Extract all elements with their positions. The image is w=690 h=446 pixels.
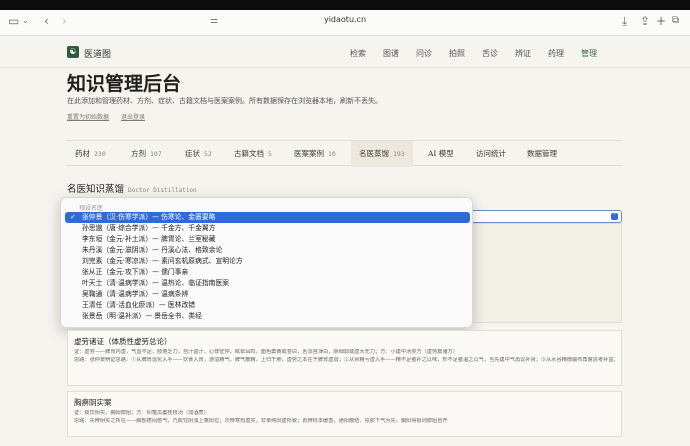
doctor-dropdown-menu: 预设名医 ✓ 张仲景（汉·伤寒学派）— 伤寒论、金匮要略 孙思邈（唐·综合学派）—… — [60, 197, 473, 328]
tab-label: 名医蒸馏 — [359, 149, 389, 158]
dropdown-option[interactable]: 朱丹溪（金元·滋阴派）— 丹溪心法、格致余论 — [65, 245, 470, 256]
checkmark-icon: ✓ — [70, 213, 76, 221]
nav-link-admin[interactable]: 管理 — [581, 48, 605, 59]
tab-label: 医案案例 — [294, 149, 324, 158]
nav-link-tongue[interactable]: 舌诊 — [482, 48, 506, 59]
brand-name[interactable]: 医道图 — [84, 47, 111, 60]
case-card[interactable]: 虚劳诸证（体质性虚劳总论） 证：虚劳——脾胃内虚，气血不足，肢倦乏力，自汗盗汗，… — [67, 330, 622, 386]
tab-classics[interactable]: 古籍文档 5 — [226, 141, 280, 167]
dropdown-group-label: 预设名医 — [79, 205, 104, 212]
section-title: 名医知识蒸馏 Doctor Distillation — [67, 181, 197, 195]
tabs-icon[interactable]: ⧉ — [672, 14, 679, 28]
nav-link-syndrome[interactable]: 辨证 — [515, 48, 539, 59]
download-icon[interactable]: ⤓ — [622, 14, 627, 28]
card-line: 思路：张仲景辨证思路：①从脾胃运化入手——饮食入胃，游溢精气，脾气散精，上归于肺… — [74, 356, 615, 363]
tab-herbs[interactable]: 药材 230 — [67, 141, 114, 167]
chevron-down-icon[interactable]: ⌃ — [611, 213, 618, 220]
card-title: 虚劳诸证（体质性虚劳总论） — [74, 337, 172, 346]
chevron-down-icon[interactable]: ⌄ — [22, 14, 29, 28]
card-line: 证：虚劳——脾胃内虚，气血不足，肢倦乏力，自汗盗汗，心悸怔忡，眩晕耳鸣，面色萎黄… — [74, 349, 458, 355]
nav-link-photo[interactable]: 拍照 — [449, 48, 473, 59]
tab-count: 10 — [328, 150, 336, 158]
card-title: 胸痹阴实案 — [74, 398, 112, 407]
dropdown-option[interactable]: ✓ 张仲景（汉·伤寒学派）— 伤寒论、金匮要略 — [65, 212, 470, 223]
dropdown-option[interactable]: 叶天士（清·温病学派）— 温热论、临证指南医案 — [65, 278, 470, 289]
site-nav: ☯ 医道图 检索 图谱 问诊 拍照 舌诊 辨证 药理 管理 — [0, 36, 690, 68]
tab-count: 193 — [393, 150, 405, 158]
page-title: 知识管理后台 — [67, 73, 182, 95]
section-title-zh: 名医知识蒸馏 — [67, 184, 125, 195]
dropdown-option[interactable]: 吴鞠通（清·温病学派）— 温病条辨 — [65, 289, 470, 300]
tab-label: 方剂 — [131, 149, 146, 158]
dropdown-option[interactable]: 李东垣（金元·补土派）— 脾胃论、兰室秘藏 — [65, 234, 470, 245]
tab-symptoms[interactable]: 症状 52 — [177, 141, 220, 167]
logout-link[interactable]: 退出登录 — [121, 114, 145, 121]
dropdown-option[interactable]: 孙思邈（唐·综合学派）— 千金方、千金翼方 — [65, 223, 470, 234]
tab-ai-model[interactable]: AI 模型 — [420, 141, 462, 167]
tab-cases[interactable]: 医案案例 10 — [286, 141, 344, 167]
dropdown-option[interactable]: 刘完素（金元·寒凉派）— 素问玄机原病式、宣明论方 — [65, 256, 470, 267]
dropdown-option[interactable]: 王清任（清·活血化瘀派）— 医林改错 — [65, 300, 470, 311]
logo[interactable]: ☯ — [67, 46, 79, 58]
reset-data-link[interactable]: 重置为初始数据 — [67, 114, 109, 121]
tab-label: 古籍文档 — [234, 149, 264, 158]
card-line: 思路：先辨阴实之所在——胸部痞闷憋气，乃痰饮阴浊上乘阳位；次辨寒热虚实，非单纯阳… — [74, 417, 448, 424]
section-title-en: Doctor Distillation — [128, 187, 197, 194]
tab-label: AI 模型 — [428, 149, 454, 158]
tab-doctor-distillation[interactable]: 名医蒸馏 193 — [351, 141, 413, 167]
tab-stats[interactable]: 访问统计 — [468, 141, 514, 167]
nav-links: 检索 图谱 问诊 拍照 舌诊 辨证 药理 管理 — [350, 48, 614, 59]
page-settings-icon[interactable]: ⚌ — [210, 14, 218, 28]
tab-formulas[interactable]: 方剂 107 — [123, 141, 170, 167]
tab-label: 药材 — [75, 149, 90, 158]
nav-link-pharmacology[interactable]: 药理 — [548, 48, 572, 59]
share-icon[interactable]: ⇪ — [640, 14, 650, 28]
nav-link-graph[interactable]: 图谱 — [383, 48, 407, 59]
address-bar[interactable]: yidaotu.cn — [290, 15, 400, 24]
forward-icon[interactable]: › — [62, 14, 67, 28]
new-tab-icon[interactable]: + — [656, 14, 666, 28]
page-subtitle: 在此添加和管理药材、方剂、症状、古籍文档与医案案例。所有数据保存在浏览器本地，刷… — [67, 97, 382, 105]
tab-label: 症状 — [185, 149, 200, 158]
tab-data[interactable]: 数据管理 — [519, 141, 565, 167]
system-bar — [0, 0, 690, 10]
tab-label: 数据管理 — [527, 149, 557, 158]
tab-count: 107 — [150, 150, 162, 158]
card-line: 证：痰饮阴实，胸阳痹阻；方：枳薤瓜蒌桂枝汤（加酒煮） — [74, 410, 209, 416]
admin-links: 重置为初始数据 退出登录 — [67, 112, 155, 121]
admin-tabs: 药材 230 方剂 107 症状 52 古籍文档 5 医案案例 10 名医蒸馏 193 AI… — [67, 140, 622, 167]
tab-count: 52 — [204, 150, 212, 158]
dropdown-option[interactable]: 张景岳（明·温补派）— 景岳全书、类经 — [65, 311, 470, 322]
case-card[interactable]: 胸痹阴实案 证：痰饮阴实，胸阳痹阻；方：枳薤瓜蒌桂枝汤（加酒煮） 思路：先辨阴实… — [67, 391, 622, 437]
tab-count: 230 — [94, 150, 106, 158]
sidebar-icon[interactable]: ▭ — [8, 14, 19, 28]
back-icon[interactable]: ‹ — [44, 14, 49, 28]
browser-toolbar: ▭ ⌄ ‹ › ⚌ yidaotu.cn ⤓ ⇪ + ⧉ — [0, 0, 690, 36]
dropdown-option[interactable]: 张从正（金元·攻下派）— 儒门事亲 — [65, 267, 470, 278]
nav-link-consult[interactable]: 问诊 — [416, 48, 440, 59]
nav-link-search[interactable]: 检索 — [350, 48, 374, 59]
tab-label: 访问统计 — [476, 149, 506, 158]
tab-count: 5 — [268, 150, 272, 158]
